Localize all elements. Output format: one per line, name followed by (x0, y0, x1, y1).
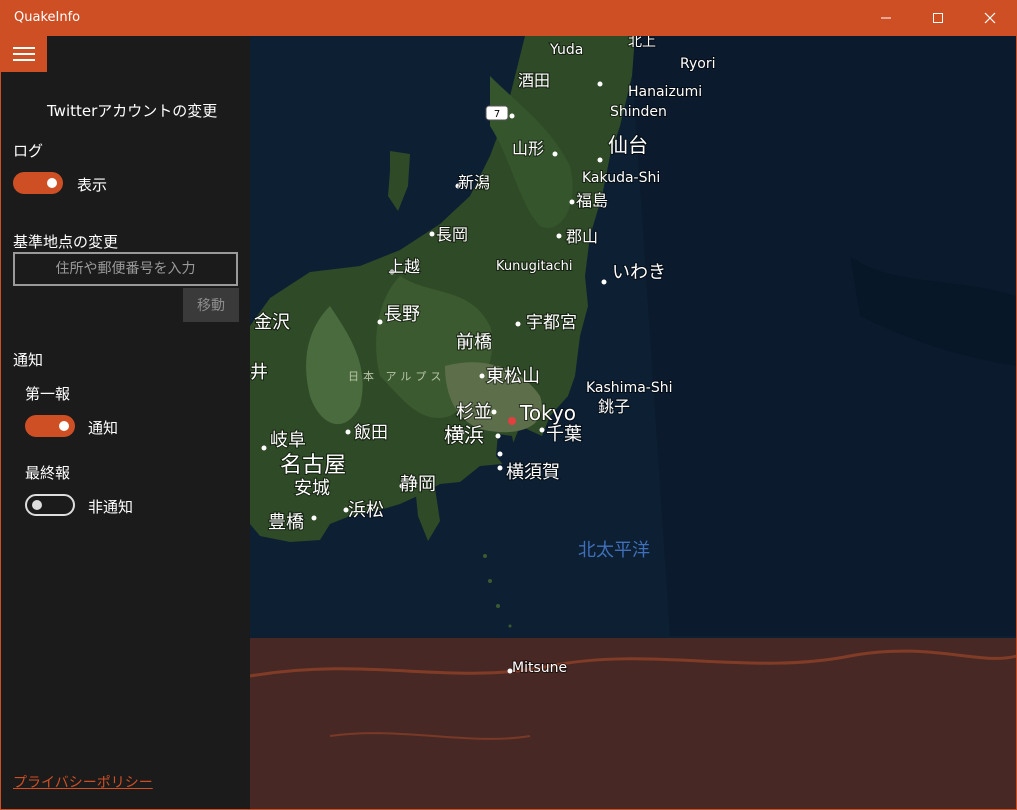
final-report-toggle[interactable] (25, 494, 75, 516)
satellite-map[interactable]: 7 Yuda 北上 Ryori 酒田 Hanaizumi Shinden 山形 … (250, 36, 1017, 810)
map-label-hanaizumi: Hanaizumi (628, 84, 702, 100)
map-label-nagoya: 名古屋 (280, 453, 346, 478)
map-label-pacific: 北太平洋 (578, 540, 650, 561)
map-label-choshi: 銚子 (598, 397, 630, 416)
map-label-joetsu: 上越 (388, 257, 420, 276)
map-label-suginami: 杉並 (456, 402, 492, 423)
map-label-yuda: Yuda (549, 42, 583, 58)
map-label-kitakami: 北上 (628, 36, 656, 50)
route-shield-label: 7 (494, 109, 500, 120)
map-label-utsunomiya: 宇都宮 (526, 313, 577, 333)
map-label-chiba: 千葉 (546, 424, 582, 445)
first-report-toggle-label: 通知 (88, 419, 119, 437)
first-report-label: 第一報 (25, 385, 71, 403)
first-report-toggle[interactable] (25, 415, 75, 437)
map-label-iwaki: いわき (612, 262, 666, 283)
map-label-ryori: Ryori (680, 56, 715, 72)
log-toggle-label: 表示 (77, 176, 108, 194)
log-toggle[interactable] (13, 172, 63, 194)
epicenter-marker (508, 417, 516, 425)
sidebar: Twitterアカウントの変更 ログ 表示 基準地点の変更 移動 通知 第一報 … (0, 36, 250, 810)
map-label-fukui: 井 (250, 362, 268, 383)
log-heading: ログ (13, 142, 44, 160)
map-label-gifu: 岐阜 (270, 430, 306, 451)
map-label-tokyo: Tokyo (519, 401, 576, 425)
map-label-iida: 飯田 (354, 423, 388, 443)
window-title: QuakeInfo (14, 10, 81, 25)
map-label-nagaoka: 長岡 (436, 225, 468, 244)
map-label-fukushima: 福島 (576, 191, 608, 210)
close-icon (984, 12, 996, 24)
maximize-icon (933, 13, 943, 23)
map-label-anjo: 安城 (294, 478, 330, 499)
minimize-icon (881, 17, 891, 19)
map-view[interactable]: 7 Yuda 北上 Ryori 酒田 Hanaizumi Shinden 山形 … (250, 36, 1017, 810)
hamburger-menu-button[interactable] (1, 36, 47, 72)
location-heading: 基準地点の変更 (13, 233, 119, 251)
map-label-shinden: Shinden (610, 104, 667, 120)
map-label-kunugitachi: Kunugitachi (496, 259, 573, 274)
map-label-toyohashi: 豊橋 (268, 512, 304, 533)
privacy-policy-link[interactable]: プライバシーポリシー (13, 772, 153, 792)
close-button[interactable] (964, 0, 1016, 36)
map-label-yokohama: 横浜 (444, 423, 484, 447)
map-label-nagano: 長野 (384, 304, 420, 325)
map-label-mitsune: Mitsune (512, 660, 567, 676)
map-label-yokosuka: 横須賀 (506, 462, 560, 483)
map-label-niigata: 新潟 (458, 173, 490, 192)
map-label-sendai: 仙台 (608, 133, 648, 157)
map-label-kanazawa: 金沢 (254, 312, 290, 333)
address-input[interactable] (13, 252, 238, 286)
map-label-japan-alps: 日本 アルプス (348, 369, 445, 383)
map-label-kashima: Kashima-Shi (586, 380, 673, 396)
map-label-maebashi: 前橋 (456, 332, 492, 353)
title-bar: QuakeInfo (0, 0, 1017, 36)
map-label-higashimatsuyama: 東松山 (486, 366, 540, 387)
map-label-yamagata: 山形 (512, 139, 544, 158)
final-report-label: 最終報 (25, 464, 71, 482)
map-label-hamamatsu: 浜松 (348, 500, 384, 521)
final-report-toggle-label: 非通知 (88, 498, 134, 516)
map-label-kakuda: Kakuda-Shi (582, 170, 660, 186)
notification-heading: 通知 (13, 351, 44, 369)
twitter-account-link[interactable]: Twitterアカウントの変更 (47, 100, 217, 121)
maximize-button[interactable] (912, 0, 964, 36)
map-label-shizuoka: 静岡 (400, 474, 436, 495)
map-label-sakata: 酒田 (518, 71, 550, 90)
move-button[interactable]: 移動 (183, 288, 239, 322)
minimize-button[interactable] (860, 0, 912, 36)
map-label-koriyama: 郡山 (566, 227, 598, 246)
